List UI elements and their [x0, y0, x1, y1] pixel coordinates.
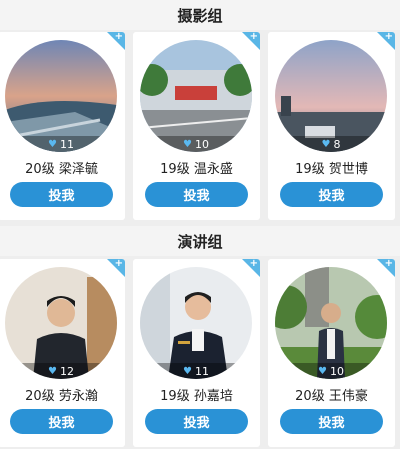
speech-cards: + ♥ 12 20级 劳永瀚 投我 + ♥ 11 19级 孙嘉培 投我 + ♥ … [0, 259, 400, 449]
candidate-photo[interactable]: ♥ 11 [5, 40, 117, 152]
candidate-name: 19级 贺世博 [295, 162, 368, 177]
candidate-name: 20级 劳永瀚 [25, 389, 98, 404]
heart-icon: ♥ [48, 138, 57, 150]
candidate-name: 19级 孙嘉培 [160, 389, 233, 404]
candidate-photo[interactable]: ♥ 8 [275, 40, 387, 152]
candidate-card[interactable]: + ♥ 10 19级 温永盛 投我 [133, 32, 260, 220]
candidate-card[interactable]: + ♥ 10 20级 王伟豪 投我 [268, 259, 395, 447]
candidate-name: 20级 梁泽毓 [25, 162, 98, 177]
candidate-card[interactable]: + ♥ 11 19级 孙嘉培 投我 [133, 259, 260, 447]
like-count: ♥ 10 [275, 363, 387, 379]
heart-icon: ♥ [318, 365, 327, 377]
vote-button[interactable]: 投我 [10, 409, 113, 434]
candidate-photo[interactable]: ♥ 10 [140, 40, 252, 152]
heart-icon: ♥ [183, 365, 192, 377]
candidate-card[interactable]: + ♥ 8 19级 贺世博 投我 [268, 32, 395, 220]
like-count: ♥ 12 [5, 363, 117, 379]
photography-section: 摄影组 + ♥ 11 20级 梁泽毓 投我 + ♥ 10 19级 温永盛 投我 … [0, 0, 400, 222]
heart-icon: ♥ [321, 138, 331, 150]
section-title-photography: 摄影组 [0, 0, 400, 30]
heart-icon: ♥ [183, 138, 192, 150]
vote-button[interactable]: 投我 [145, 182, 248, 207]
candidate-photo[interactable]: ♥ 11 [140, 267, 252, 379]
candidate-photo[interactable]: ♥ 12 [5, 267, 117, 379]
like-count: ♥ 11 [5, 136, 117, 152]
candidate-name: 20级 王伟豪 [295, 389, 368, 404]
section-title-speech: 演讲组 [0, 226, 400, 256]
vote-button[interactable]: 投我 [280, 409, 383, 434]
like-count: ♥ 8 [275, 136, 387, 152]
vote-button[interactable]: 投我 [280, 182, 383, 207]
photography-cards: + ♥ 11 20级 梁泽毓 投我 + ♥ 10 19级 温永盛 投我 + ♥ … [0, 32, 400, 222]
like-count: ♥ 10 [140, 136, 252, 152]
candidate-card[interactable]: + ♥ 11 20级 梁泽毓 投我 [0, 32, 125, 220]
vote-button[interactable]: 投我 [10, 182, 113, 207]
candidate-name: 19级 温永盛 [160, 162, 233, 177]
speech-section: 演讲组 + ♥ 12 20级 劳永瀚 投我 + ♥ 11 19级 孙嘉培 投我 … [0, 226, 400, 449]
candidate-card[interactable]: + ♥ 12 20级 劳永瀚 投我 [0, 259, 125, 447]
like-count: ♥ 11 [140, 363, 252, 379]
heart-icon: ♥ [48, 365, 57, 377]
candidate-photo[interactable]: ♥ 10 [275, 267, 387, 379]
vote-button[interactable]: 投我 [145, 409, 248, 434]
